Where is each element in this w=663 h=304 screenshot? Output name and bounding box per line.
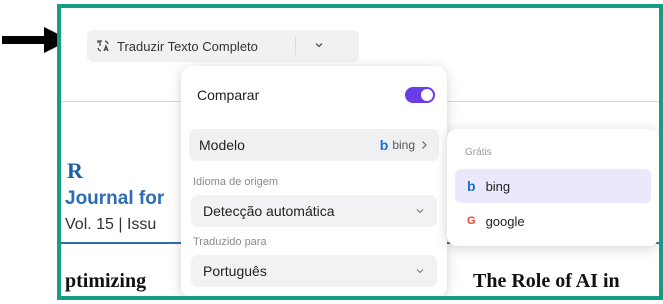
engine-name: bing (485, 178, 511, 194)
toggle-knob (421, 89, 433, 101)
translate-button-label: Traduzir Texto Completo (117, 38, 258, 54)
compare-label: Comparar (197, 87, 260, 103)
translate-icon (97, 40, 109, 52)
translation-settings-popup: Comparar Modelo b bing Idioma de origem … (181, 66, 447, 296)
source-language-value: Detecção automática (203, 203, 335, 219)
compare-toggle[interactable] (405, 87, 435, 103)
chevron-right-icon (422, 141, 427, 149)
bing-logo-icon: b (379, 137, 389, 153)
source-language-select[interactable]: Detecção automática (191, 195, 437, 227)
document-heading: R (67, 158, 83, 183)
document-volume: Vol. 15 | Issu (65, 216, 157, 233)
document-article-title-right: The Role of AI in (473, 270, 620, 292)
chevron-down-icon (416, 209, 424, 214)
translate-full-text-button[interactable]: Traduzir Texto Completo (87, 30, 359, 62)
engine-name: google (485, 213, 525, 229)
compare-row: Comparar (197, 84, 435, 106)
engine-option-bing[interactable]: b bing (455, 169, 651, 203)
chevron-down-icon[interactable] (312, 38, 326, 52)
model-label: Modelo (199, 137, 245, 153)
model-current: b bing (380, 137, 429, 153)
translation-engine-menu: Grátis b bing G google (447, 129, 659, 246)
model-selector[interactable]: Modelo b bing (189, 129, 439, 161)
engine-group-header: Grátis (465, 147, 492, 158)
model-value: bing (392, 138, 415, 152)
source-language-label: Idioma de origem (193, 176, 278, 188)
document-article-title-left: ptimizing (65, 270, 147, 292)
target-language-value: Português (203, 263, 267, 279)
document-journal-title: Journal for (65, 188, 165, 209)
screenshot-frame: Traduzir Texto Completo R Journal for Vo… (57, 4, 663, 300)
engine-option-google[interactable]: G google (455, 204, 651, 238)
chevron-down-icon (416, 269, 424, 274)
target-language-select[interactable]: Português (191, 255, 437, 287)
toolbar-divider (295, 37, 296, 55)
target-language-label: Traduzido para (193, 236, 267, 248)
google-logo-icon: G (467, 215, 476, 227)
bing-logo-icon: b (467, 178, 476, 194)
